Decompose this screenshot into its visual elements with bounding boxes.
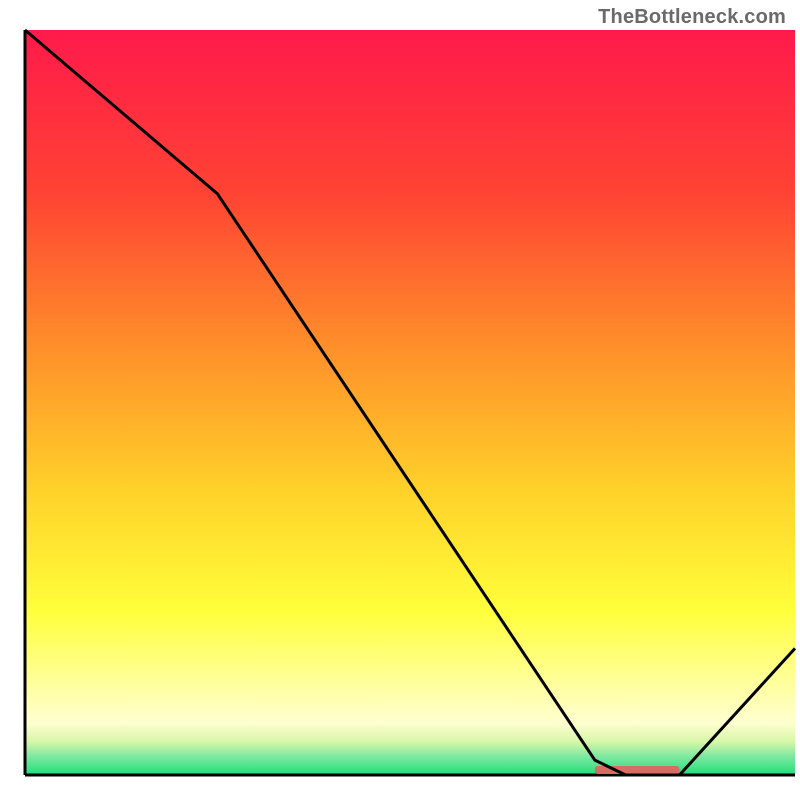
bottleneck-chart [0, 0, 800, 800]
chart-frame: TheBottleneck.com [0, 0, 800, 800]
plot-background [25, 30, 795, 775]
